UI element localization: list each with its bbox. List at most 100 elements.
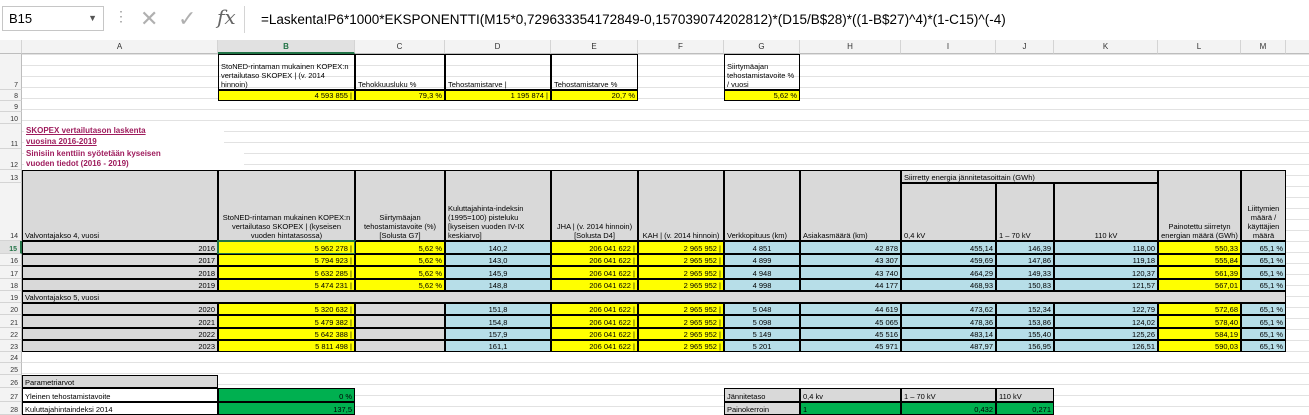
- select-all-corner[interactable]: [0, 40, 22, 54]
- weight-value-1[interactable]: 1: [800, 402, 901, 415]
- section-title-line3[interactable]: Sinisiin kenttiin syötetään kyseisen: [24, 149, 244, 159]
- name-box[interactable]: B15 ▼: [2, 6, 104, 31]
- cell-l[interactable]: 567,01: [1158, 279, 1241, 291]
- cell-i[interactable]: 473,62: [901, 303, 996, 315]
- header-l14[interactable]: Painotettu siirretyn energian määrä (GWh…: [1158, 170, 1241, 241]
- cell-h[interactable]: 44 177: [800, 279, 901, 291]
- cell-l[interactable]: 590,03: [1158, 340, 1241, 352]
- cell-f[interactable]: 2 965 952 |: [638, 254, 724, 266]
- cell-k[interactable]: 119,18: [1054, 254, 1158, 266]
- cell-d[interactable]: 157,9: [445, 328, 551, 340]
- header-e7[interactable]: Tehostamistarve %: [551, 54, 638, 90]
- header-i13[interactable]: Siirretty energia jännitetasoittain (GWh…: [901, 170, 1158, 183]
- header-f14[interactable]: KAH | (v. 2014 hinnoin): [638, 170, 724, 241]
- cell-f[interactable]: 2 965 952 |: [638, 303, 724, 315]
- cell-f[interactable]: 2 965 952 |: [638, 315, 724, 328]
- voltage-level-1[interactable]: 0,4 kv: [800, 388, 901, 402]
- year-cell[interactable]: 2023: [22, 340, 218, 352]
- cell-b[interactable]: 5 479 382 |: [218, 315, 355, 328]
- section-title-line4[interactable]: vuoden tiedot (2016 - 2019): [24, 159, 244, 169]
- year-cell[interactable]: 2019: [22, 279, 218, 291]
- row-header-24[interactable]: 24: [0, 352, 22, 363]
- row-header-25[interactable]: 25: [0, 363, 22, 375]
- year-cell[interactable]: 2020: [22, 303, 218, 315]
- cell-g[interactable]: 4 998: [724, 279, 800, 291]
- cell-g[interactable]: 5 149: [724, 328, 800, 340]
- cell-j[interactable]: 155,40: [996, 328, 1054, 340]
- cell-h[interactable]: 42 878: [800, 241, 901, 254]
- cell-e[interactable]: 206 041 622 |: [551, 303, 638, 315]
- row-header-27[interactable]: 27: [0, 388, 22, 402]
- cell-f[interactable]: 2 965 952 |: [638, 279, 724, 291]
- cell-b[interactable]: 5 320 632 |: [218, 303, 355, 315]
- cell-b[interactable]: 5 632 285 |: [218, 266, 355, 279]
- cell-e[interactable]: 206 041 622 |: [551, 279, 638, 291]
- column-header-a[interactable]: A: [22, 40, 218, 54]
- cell-b[interactable]: 5 811 498 |: [218, 340, 355, 352]
- row-header-9[interactable]: 9: [0, 101, 22, 112]
- cell-j[interactable]: 150,83: [996, 279, 1054, 291]
- cell-j[interactable]: 153,86: [996, 315, 1054, 328]
- column-header-l[interactable]: L: [1158, 40, 1241, 54]
- cell-k[interactable]: 120,37: [1054, 266, 1158, 279]
- value-c8[interactable]: 79,3 %: [355, 90, 445, 101]
- row-header-18[interactable]: 18: [0, 279, 22, 291]
- value-g8[interactable]: 5,62 %: [724, 90, 800, 101]
- column-header-c[interactable]: C: [355, 40, 445, 54]
- cell-k[interactable]: 125,26: [1054, 328, 1158, 340]
- cell-c[interactable]: [355, 315, 445, 328]
- header-e14[interactable]: JHA | (v. 2014 hinnoin) [Solusta D4]: [551, 170, 638, 241]
- header-m14[interactable]: Liittymien määrä / käyttäjien määrä: [1241, 170, 1286, 241]
- function-icon[interactable]: fx: [217, 5, 236, 29]
- cell-b[interactable]: 5 642 388 |: [218, 328, 355, 340]
- header-i14[interactable]: 0,4 kV: [901, 183, 996, 241]
- header-d7[interactable]: Tehostamistarve |: [445, 54, 551, 90]
- cell-l[interactable]: 572,68: [1158, 303, 1241, 315]
- cell-m[interactable]: 65,1 %: [1241, 340, 1286, 352]
- cell-c[interactable]: 5,62 %: [355, 241, 445, 254]
- cell-d[interactable]: 143,0: [445, 254, 551, 266]
- cell-h[interactable]: 45 516: [800, 328, 901, 340]
- param-value-cpi-2014[interactable]: 137,5: [218, 402, 355, 415]
- column-header-d[interactable]: D: [445, 40, 551, 54]
- header-b14[interactable]: StoNED-rintaman mukainen KOPEX:n vertail…: [218, 170, 355, 241]
- cell-g[interactable]: 5 048: [724, 303, 800, 315]
- cell-l[interactable]: 578,40: [1158, 315, 1241, 328]
- year-cell[interactable]: 2016: [22, 241, 218, 254]
- cell-j[interactable]: 146,39: [996, 241, 1054, 254]
- cell-l[interactable]: 555,84: [1158, 254, 1241, 266]
- cell-k[interactable]: 118,00: [1054, 241, 1158, 254]
- cell-e[interactable]: 206 041 622 |: [551, 315, 638, 328]
- row-header-8[interactable]: 8: [0, 90, 22, 101]
- header-g7[interactable]: Siirtymäajan tehostamistavoite % / vuosi: [724, 54, 800, 90]
- cell-g[interactable]: 4 948: [724, 266, 800, 279]
- chevron-down-icon[interactable]: ▼: [88, 7, 97, 30]
- column-header-m[interactable]: M: [1241, 40, 1286, 54]
- cell-f[interactable]: 2 965 952 |: [638, 241, 724, 254]
- weight-value-2[interactable]: 0,432: [901, 402, 996, 415]
- row-header-12[interactable]: 12: [0, 149, 22, 170]
- cell-c[interactable]: 5,62 %: [355, 266, 445, 279]
- cell-b[interactable]: 5 474 231 |: [218, 279, 355, 291]
- value-d8[interactable]: 1 195 874 |: [445, 90, 551, 101]
- section-title-line2[interactable]: vuosina 2016-2019: [24, 137, 224, 148]
- year-cell[interactable]: 2022: [22, 328, 218, 340]
- cell-i[interactable]: 455,14: [901, 241, 996, 254]
- cell-c[interactable]: 5,62 %: [355, 254, 445, 266]
- cell-m[interactable]: 65,1 %: [1241, 315, 1286, 328]
- period5-label[interactable]: Valvontajakso 5, vuosi: [22, 291, 1286, 303]
- row-header-11[interactable]: 11: [0, 124, 22, 149]
- header-d14[interactable]: Kuluttajahinta-indeksin (1995=100) piste…: [445, 170, 551, 241]
- cell-d[interactable]: 154,8: [445, 315, 551, 328]
- formula-input[interactable]: =Laskenta!P6*1000*EKSPONENTTI(M15*0,7296…: [244, 6, 1307, 33]
- selected-cell-b15[interactable]: 5 962 278 |: [217, 240, 356, 255]
- header-a14[interactable]: Valvontajakso 4, vuosi: [22, 170, 218, 241]
- cell-d[interactable]: 145,9: [445, 266, 551, 279]
- voltage-level-2[interactable]: 1 – 70 kV: [901, 388, 996, 402]
- header-c7[interactable]: Tehokkuusluku %: [355, 54, 445, 90]
- cell-m[interactable]: 65,1 %: [1241, 328, 1286, 340]
- cell-i[interactable]: 459,69: [901, 254, 996, 266]
- row-header-23[interactable]: 23: [0, 340, 22, 352]
- cell-k[interactable]: 124,02: [1054, 315, 1158, 328]
- cell-j[interactable]: 149,33: [996, 266, 1054, 279]
